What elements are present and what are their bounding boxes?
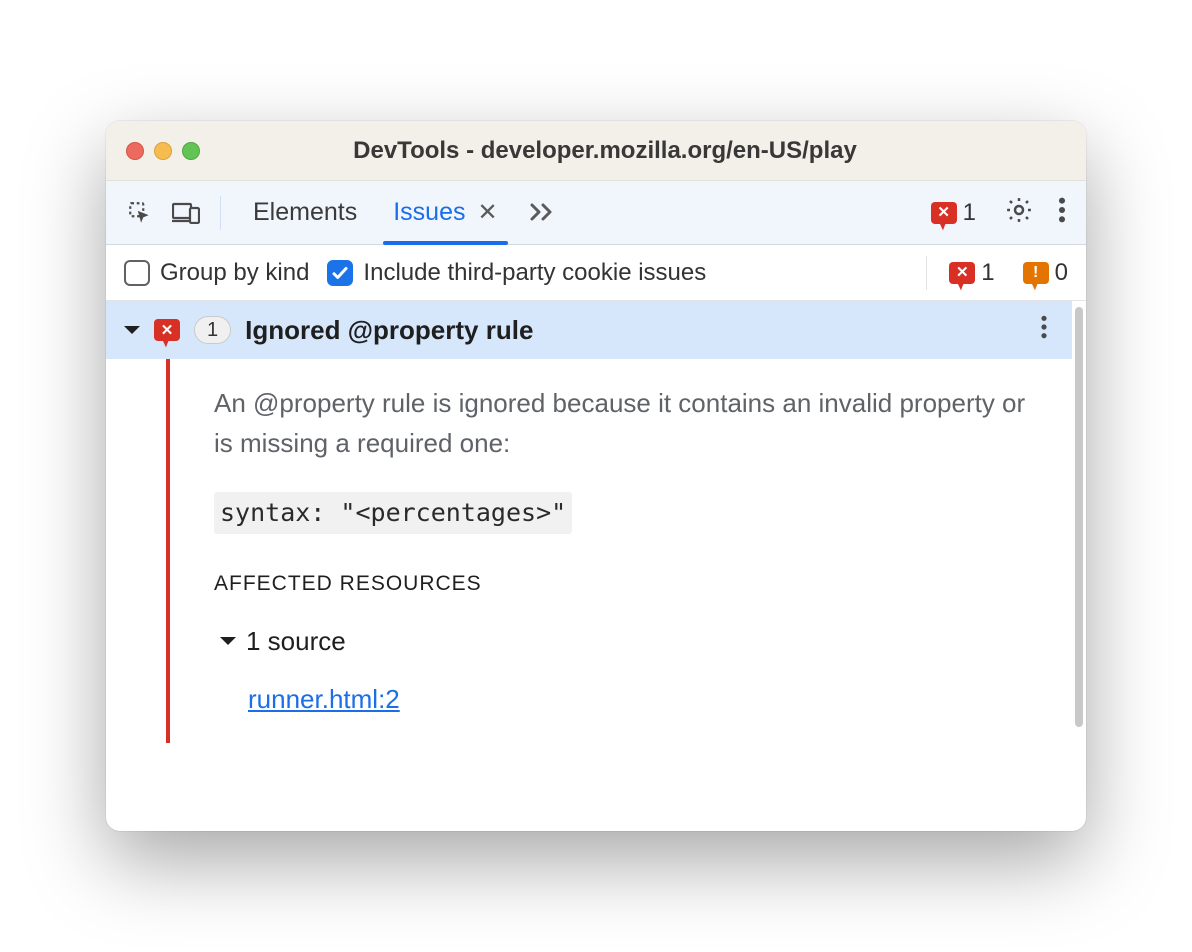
affected-resources-label: AFFECTED RESOURCES — [214, 568, 1036, 601]
filter-warning-badge[interactable]: ! 0 — [1023, 259, 1068, 287]
scrollbar[interactable] — [1072, 301, 1086, 831]
filter-error-count: 1 — [981, 259, 994, 287]
settings-icon[interactable] — [998, 189, 1040, 236]
filter-label: Include third-party cookie issues — [363, 259, 706, 287]
devtools-toolbar: Elements Issues ✕ ✕ 1 — [106, 181, 1086, 245]
disclosure-triangle-icon[interactable] — [124, 326, 140, 342]
filter-warning-count: 0 — [1055, 259, 1068, 287]
tab-label: Elements — [253, 198, 357, 227]
maximize-window-button[interactable] — [182, 142, 200, 160]
checkbox-checked-icon[interactable] — [327, 260, 353, 286]
issues-filter-bar: Group by kind Include third-party cookie… — [106, 245, 1086, 301]
filter-error-badge[interactable]: ✕ 1 — [949, 259, 994, 287]
window-titlebar: DevTools - developer.mozilla.org/en-US/p… — [106, 121, 1086, 181]
panel-tabs: Elements Issues ✕ — [235, 181, 564, 245]
toolbar-divider — [220, 196, 221, 230]
include-third-party-toggle[interactable]: Include third-party cookie issues — [327, 259, 706, 287]
group-by-kind-toggle[interactable]: Group by kind — [124, 259, 309, 287]
more-tabs-icon[interactable] — [524, 193, 564, 233]
error-icon: ✕ — [949, 262, 975, 284]
more-options-icon[interactable] — [1052, 190, 1072, 235]
source-link[interactable]: runner.html:2 — [248, 679, 400, 719]
tab-elements[interactable]: Elements — [235, 181, 375, 245]
issue-code-snippet: syntax: "<percentages>" — [214, 492, 572, 535]
checkbox-unchecked-icon[interactable] — [124, 260, 150, 286]
devtools-window: DevTools - developer.mozilla.org/en-US/p… — [106, 121, 1086, 831]
issue-description: An @property rule is ignored because it … — [214, 383, 1036, 464]
issues-content: ✕ 1 Ignored @property rule An @property … — [106, 301, 1086, 831]
inspect-element-icon[interactable] — [120, 193, 160, 233]
filter-label: Group by kind — [160, 259, 309, 287]
error-icon: ✕ — [931, 202, 957, 224]
tab-issues[interactable]: Issues ✕ — [375, 181, 515, 245]
disclosure-triangle-icon[interactable] — [220, 637, 236, 653]
issue-count-pill: 1 — [194, 316, 231, 344]
issue-header[interactable]: ✕ 1 Ignored @property rule — [106, 301, 1072, 359]
warning-icon: ! — [1023, 262, 1049, 284]
window-title: DevTools - developer.mozilla.org/en-US/p… — [224, 137, 986, 165]
issue-title: Ignored @property rule — [245, 315, 533, 346]
scrollbar-thumb[interactable] — [1075, 307, 1083, 727]
filter-divider — [926, 256, 927, 290]
tab-label: Issues — [393, 198, 465, 227]
close-window-button[interactable] — [126, 142, 144, 160]
issue-count: 1 — [207, 319, 218, 342]
toolbar-error-badge[interactable]: ✕ 1 — [931, 199, 976, 227]
affected-sources-toggle[interactable]: 1 source — [220, 621, 1036, 661]
issue-options-icon[interactable] — [1034, 308, 1054, 353]
window-controls — [126, 142, 200, 160]
error-icon: ✕ — [154, 319, 180, 341]
device-toolbar-icon[interactable] — [166, 193, 206, 233]
source-count: 1 source — [246, 621, 346, 661]
close-tab-icon[interactable]: ✕ — [477, 198, 497, 227]
error-count: 1 — [963, 199, 976, 227]
issue-body: An @property rule is ignored because it … — [106, 359, 1072, 743]
minimize-window-button[interactable] — [154, 142, 172, 160]
